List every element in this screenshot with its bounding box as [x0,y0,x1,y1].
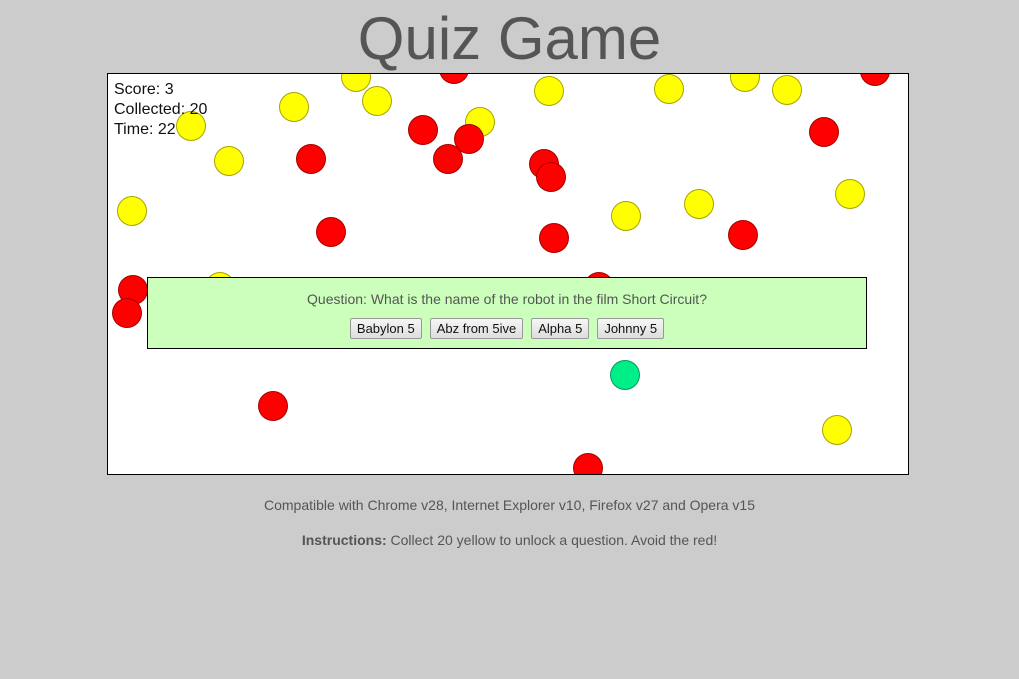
instructions: Instructions: Collect 20 yellow to unloc… [0,532,1019,548]
yellow-ball [279,92,309,122]
red-ball [258,391,288,421]
yellow-ball [362,86,392,116]
yellow-ball [611,201,641,231]
yellow-ball [654,74,684,104]
red-ball [316,217,346,247]
red-ball [433,144,463,174]
yellow-ball [117,196,147,226]
red-ball [536,162,566,192]
yellow-ball [684,189,714,219]
yellow-ball [534,76,564,106]
red-ball [296,144,326,174]
red-ball [728,220,758,250]
question-panel: Question: What is the name of the robot … [147,277,867,349]
answer-button-johnny-5[interactable]: Johnny 5 [597,318,665,339]
instructions-text: Collect 20 yellow to unlock a question. … [386,532,718,548]
red-ball [860,74,890,86]
time-readout: Time: 22 [114,121,176,138]
red-ball [408,115,438,145]
player-ball[interactable] [610,360,640,390]
instructions-label: Instructions: [301,532,387,548]
red-ball [573,453,603,474]
yellow-ball [772,75,802,105]
yellow-ball [822,415,852,445]
red-ball [809,117,839,147]
game-canvas[interactable]: Score: 3 Collected: 20 Time: 22 Question… [107,73,909,475]
answer-buttons: Babylon 5 Abz from 5ive Alpha 5 Johnny 5 [148,318,866,339]
collected-readout: Collected: 20 [114,101,208,118]
answer-button-alpha-5[interactable]: Alpha 5 [531,318,590,339]
red-ball [539,223,569,253]
yellow-ball [730,74,760,92]
yellow-ball [214,146,244,176]
red-ball [439,74,469,84]
red-ball [112,298,142,328]
yellow-ball [835,179,865,209]
hud: Score: 3 Collected: 20 Time: 22 [114,80,207,140]
page-title: Quiz Game [357,5,662,72]
score-readout: Score: 3 [114,81,174,98]
answer-button-abz-from-5ive[interactable]: Abz from 5ive [429,318,524,339]
question-text: Question: What is the name of the robot … [307,291,707,307]
compatibility-note: Compatible with Chrome v28, Internet Exp… [263,497,756,513]
answer-button-babylon-5[interactable]: Babylon 5 [349,318,422,339]
